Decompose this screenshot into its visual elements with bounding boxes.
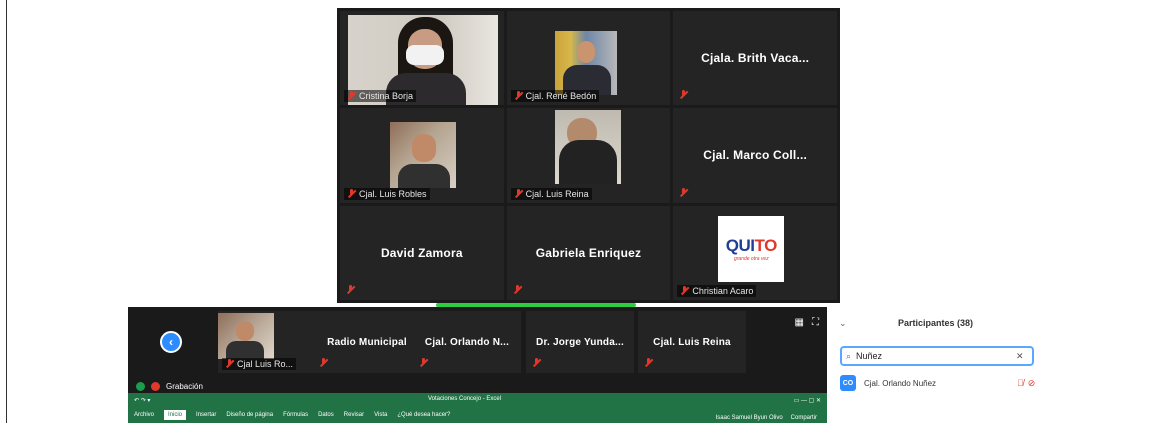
strip-video-tile[interactable]: Cjal. Orlando N... xyxy=(413,311,521,373)
mic-muted-icon xyxy=(680,286,689,296)
search-icon: ⌕ xyxy=(846,350,852,361)
participant-video xyxy=(218,313,274,359)
video-tile[interactable]: Cjal. Marco Coll... xyxy=(673,108,837,203)
window-controls-icon[interactable]: ▭ — ▢ ✕ xyxy=(794,397,821,404)
mic-muted-icon xyxy=(532,358,541,368)
undo-redo-icons[interactable]: ↶ ↷ ▾ xyxy=(134,397,150,404)
video-tile[interactable]: Cjal. René Bedón xyxy=(506,11,671,106)
ribbon-tab-data[interactable]: Datos xyxy=(318,412,334,418)
ribbon-tab-file[interactable]: Archivo xyxy=(134,412,154,418)
participant-name: Cjal. René Bedón xyxy=(525,91,597,102)
ribbon-tab-view[interactable]: Vista xyxy=(374,412,387,418)
participant-status: 🎙̸ ⊘ xyxy=(1017,378,1035,389)
participant-name: Cjal. Luis Reina xyxy=(653,336,731,348)
video-tile[interactable]: Cristina Borja xyxy=(340,11,504,106)
recording-bar: Grabación xyxy=(128,380,827,393)
mic-muted-icon xyxy=(679,90,688,100)
participant-name: Christian Acaro xyxy=(692,286,754,296)
participants-panel: ⌄ Participantes (38) ⌕ ✕ CO Cjal. Orland… xyxy=(834,313,1044,403)
participant-label: Cjal Luis Ro... xyxy=(222,358,297,370)
mic-muted-icon: 🎙̸ xyxy=(1017,377,1024,388)
mic-muted-icon xyxy=(679,187,688,198)
screenshot-root: Cristina Borja Cjal. René Bedón Cjala. B… xyxy=(0,0,1164,423)
participant-name: Cjal. Orlando Nuñez xyxy=(864,378,937,388)
security-shield-icon[interactable] xyxy=(136,382,145,391)
strip-video-tile[interactable]: Cjal. Luis Reina xyxy=(638,311,746,373)
participant-name: Cjal. Marco Coll... xyxy=(703,148,808,163)
logo-tagline: grande otra vez xyxy=(733,255,769,262)
search-input[interactable] xyxy=(856,351,1016,361)
participant-video xyxy=(390,122,456,189)
mic-muted-icon xyxy=(347,188,356,199)
clear-icon[interactable]: ✕ xyxy=(1016,351,1024,362)
excel-document-title: Votaciones Concejo - Excel xyxy=(428,396,502,402)
recording-label: Grabación xyxy=(166,382,203,391)
video-tile[interactable]: Gabriela Enriquez xyxy=(506,205,671,300)
view-controls: ▦ ⛶ xyxy=(795,317,819,328)
participant-name: Cristina Borja xyxy=(359,91,414,102)
mic-muted-icon xyxy=(347,91,356,101)
excel-user-name[interactable]: Isaac Samuel Byun Olivo xyxy=(716,415,783,421)
share-button[interactable]: Compartir xyxy=(791,415,817,421)
panel-title: Participantes (38) xyxy=(898,318,974,328)
excel-window-bar: ↶ ↷ ▾ ▭ — ▢ ✕ Votaciones Concejo - Excel… xyxy=(128,393,827,423)
gallery-view-icon[interactable]: ▦ xyxy=(795,317,804,328)
participant-video xyxy=(554,110,621,185)
thumbnail-strip: ‹ Cjal Luis Ro... Radio Municipal Cjal. … xyxy=(128,307,827,380)
left-divider xyxy=(6,0,7,423)
participant-label: Cjal. Luis Reina xyxy=(510,187,592,200)
ribbon-tab-review[interactable]: Revisar xyxy=(344,412,364,418)
panel-header: ⌄ Participantes (38) xyxy=(834,313,1044,333)
participant-name: David Zamora xyxy=(380,245,463,260)
participant-row[interactable]: CO Cjal. Orlando Nuñez 🎙̸ ⊘ xyxy=(840,374,1040,392)
participant-name: Cjal Luis Ro... xyxy=(237,359,294,369)
participant-name: Cjal. Orlando N... xyxy=(424,336,510,348)
strip-video-tile[interactable]: Dr. Jorge Yunda... xyxy=(526,311,634,373)
strip-video-tile[interactable]: Cjal Luis Ro... xyxy=(218,311,326,373)
participant-name: Gabriela Enriquez xyxy=(535,245,642,260)
strip-video-tile[interactable]: Radio Municipal xyxy=(313,311,421,373)
logo-text-part2: TO xyxy=(754,235,778,255)
participant-name: Cjal. Luis Robles xyxy=(359,188,427,199)
mic-muted-icon xyxy=(514,91,523,101)
video-tile[interactable]: QUITO grande otra vez Christian Acaro xyxy=(673,205,837,300)
participant-label: Christian Acaro xyxy=(677,285,757,297)
ribbon-tab-formulas[interactable]: Fórmulas xyxy=(283,412,308,418)
mic-muted-icon xyxy=(514,188,523,199)
quito-logo: QUITO grande otra vez xyxy=(718,215,785,282)
participant-video xyxy=(554,31,617,95)
ribbon-tab-insert[interactable]: Insertar xyxy=(196,412,216,418)
ribbon-tab-page-layout[interactable]: Diseño de página xyxy=(226,412,273,418)
video-gallery: Cristina Borja Cjal. René Bedón Cjala. B… xyxy=(337,8,840,303)
excel-account: Isaac Samuel Byun Olivo Compartir xyxy=(716,415,817,421)
mic-muted-icon xyxy=(644,358,653,368)
ribbon-tab-home[interactable]: Inicio xyxy=(164,410,187,420)
fullscreen-icon[interactable]: ⛶ xyxy=(812,317,819,328)
tell-me-search[interactable]: ¿Qué desea hacer? xyxy=(397,412,450,418)
mic-muted-icon xyxy=(419,358,428,368)
participant-label: Cjal. René Bedón xyxy=(510,90,600,103)
avatar: CO xyxy=(840,375,856,391)
mic-muted-icon xyxy=(225,359,234,369)
video-tile[interactable]: Cjal. Luis Reina xyxy=(506,108,671,203)
chevron-down-icon[interactable]: ⌄ xyxy=(839,318,847,329)
participant-name: Cjal. Luis Reina xyxy=(525,188,589,199)
participant-label: Cristina Borja xyxy=(344,90,417,103)
participant-label: Cjal. Luis Robles xyxy=(344,187,430,200)
video-tile[interactable]: David Zamora xyxy=(340,205,504,300)
recording-icon xyxy=(151,382,160,391)
video-tile[interactable]: Cjal. Luis Robles xyxy=(340,108,504,203)
participant-name: Cjala. Brith Vaca... xyxy=(701,51,810,66)
chevron-left-icon[interactable]: ‹ xyxy=(160,331,182,353)
video-off-icon: ⊘ xyxy=(1027,377,1036,388)
participant-name: Radio Municipal xyxy=(327,336,407,348)
participant-search: ⌕ ✕ xyxy=(840,346,1034,366)
participant-name: Dr. Jorge Yunda... xyxy=(536,336,624,348)
mic-muted-icon xyxy=(319,358,328,368)
video-tile[interactable]: Cjala. Brith Vaca... xyxy=(673,11,837,106)
logo-text-part1: QUI xyxy=(725,235,755,255)
mic-muted-icon xyxy=(346,285,355,295)
mic-muted-icon xyxy=(513,285,522,295)
